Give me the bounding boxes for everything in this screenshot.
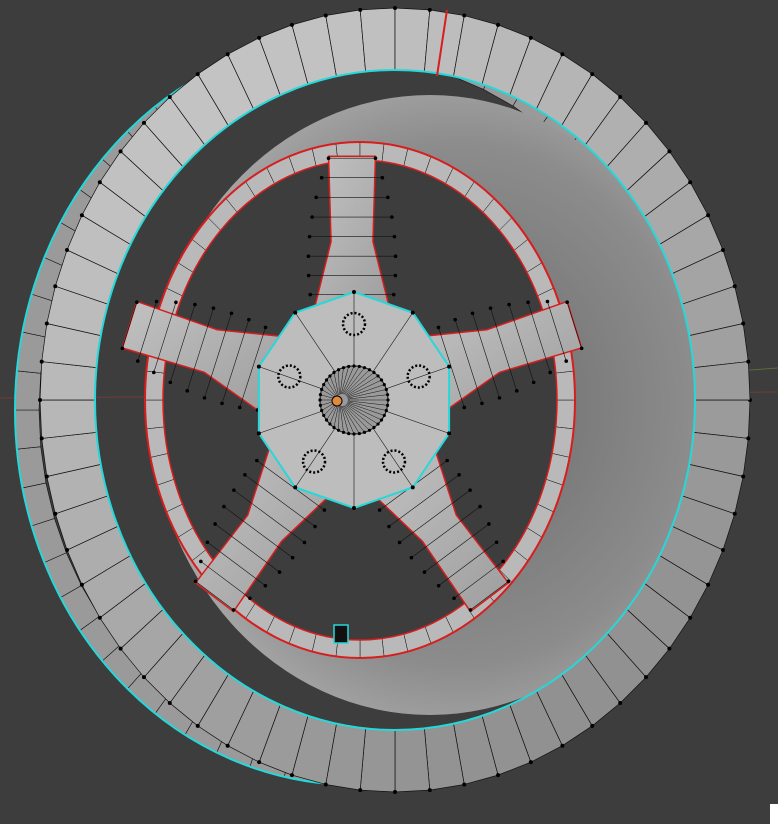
- object-origin: [331, 395, 343, 407]
- wheel-mesh[interactable]: [0, 0, 778, 824]
- viewport-corner-marker: [770, 804, 778, 824]
- 3d-viewport[interactable]: [0, 0, 778, 824]
- valve-stem: [333, 624, 349, 644]
